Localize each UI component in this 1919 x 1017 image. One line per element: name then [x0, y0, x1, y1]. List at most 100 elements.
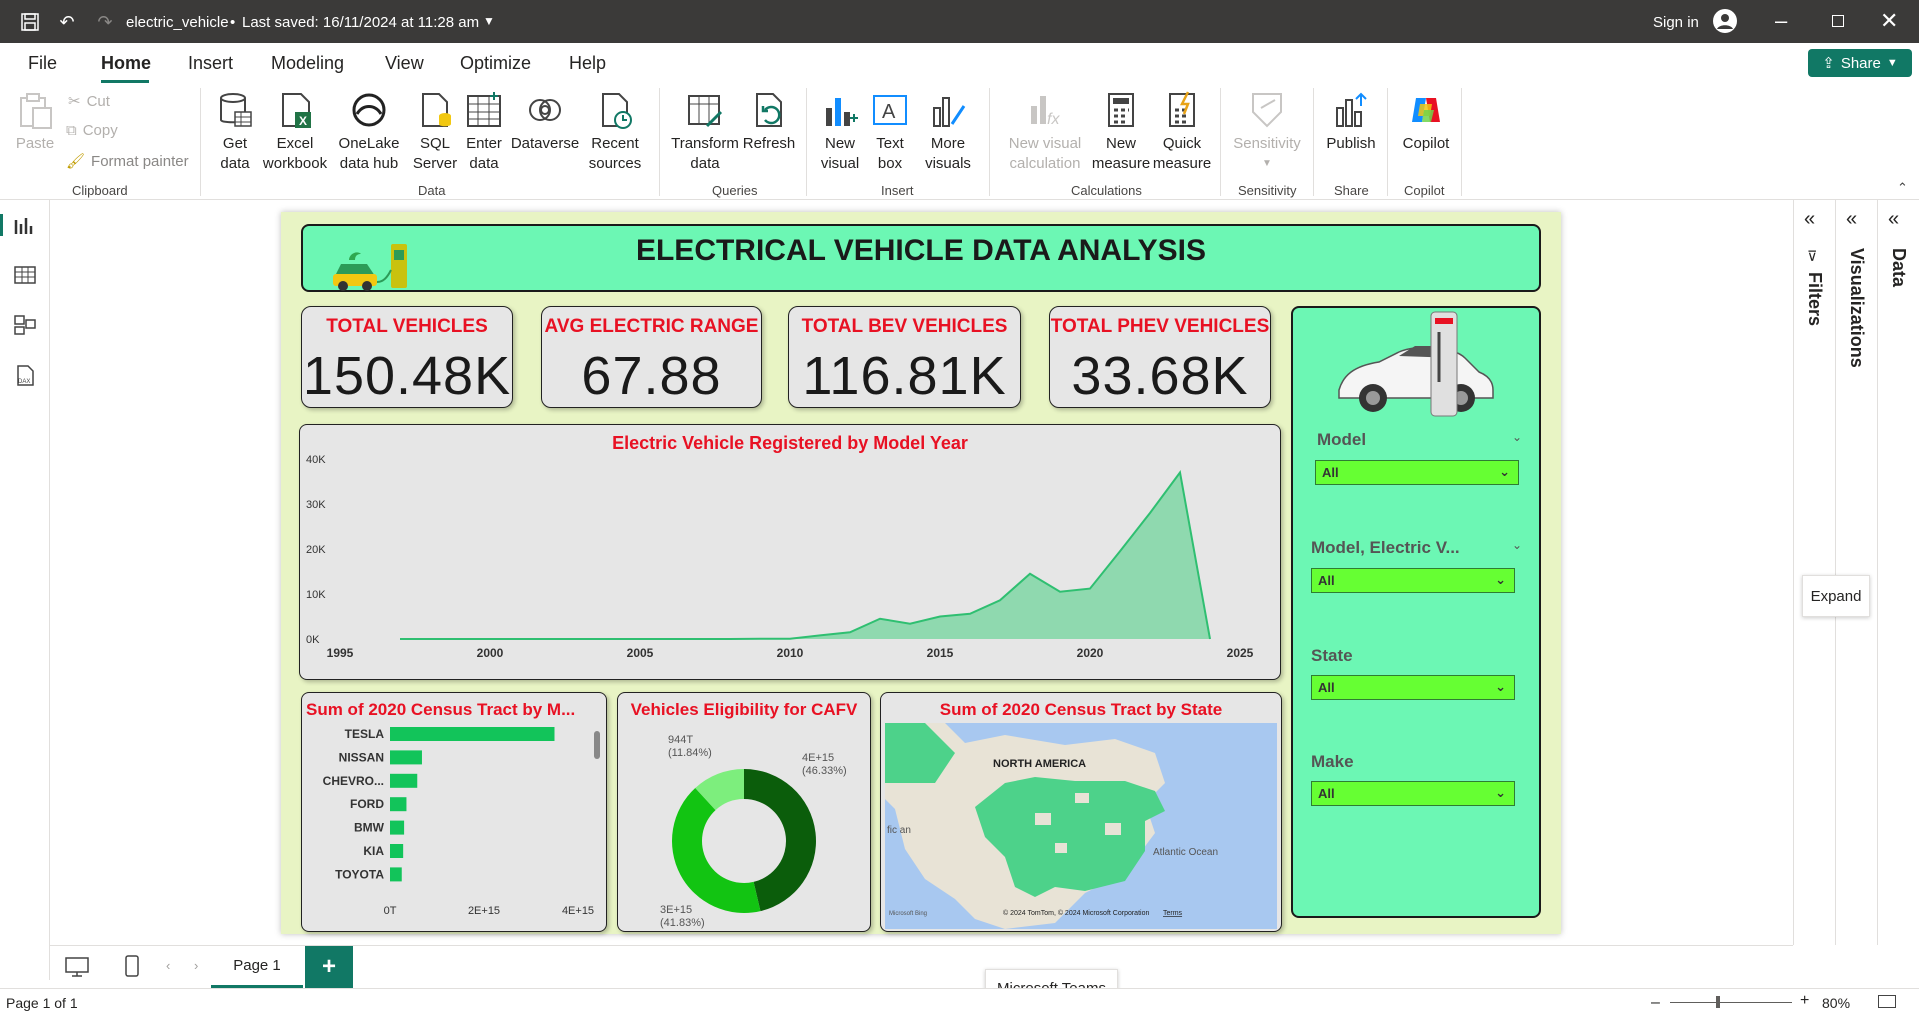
enter-data-button[interactable]: Enter data	[462, 90, 506, 174]
kpi-card-total-phev[interactable]: TOTAL PHEV VEHICLES 33.68K	[1049, 306, 1271, 408]
refresh-button[interactable]: Refresh	[741, 90, 797, 154]
y-tick-label: 10K	[306, 589, 326, 601]
undo-icon[interactable]: ↶	[55, 10, 79, 34]
expand-chevron-icon[interactable]: «	[1846, 208, 1857, 231]
onelake-button[interactable]: OneLake data hub	[332, 90, 406, 174]
zoom-slider[interactable]	[1670, 1002, 1792, 1003]
chevron-down-icon: ▼	[1886, 57, 1898, 69]
kpi-card-total-vehicles[interactable]: TOTAL VEHICLES 150.48K	[301, 306, 513, 408]
collapse-ribbon-icon[interactable]: ⌃	[1897, 180, 1908, 196]
area-chart-card[interactable]: Electric Vehicle Registered by Model Yea…	[299, 424, 1281, 680]
kpi-card-avg-electric-range[interactable]: AVG ELECTRIC RANGE 67.88	[541, 306, 762, 408]
menu-file[interactable]: File	[28, 53, 57, 74]
redo-icon[interactable]: ↷	[93, 10, 117, 34]
recent-sources-icon	[602, 93, 632, 129]
desktop-layout-icon[interactable]	[64, 956, 90, 978]
quick-measure-button[interactable]: Quick measure	[1153, 90, 1211, 174]
format-painter-button[interactable]: 🖌 Format painter	[66, 152, 189, 171]
model-view-icon[interactable]	[13, 314, 37, 336]
scrollbar[interactable]	[594, 731, 600, 759]
group-label-data: Data	[418, 183, 446, 198]
svg-text:fx: fx	[1047, 111, 1060, 128]
bar	[390, 727, 555, 741]
minimize-icon[interactable]: –	[1775, 8, 1787, 34]
map-card[interactable]: Sum of 2020 Census Tract by State NORTH …	[880, 692, 1282, 932]
share-button[interactable]: ⇪ Share ▼	[1808, 49, 1912, 77]
new-measure-button[interactable]: New measure	[1092, 90, 1150, 174]
get-data-button[interactable]: Get data	[211, 90, 259, 174]
menu-optimize[interactable]: Optimize	[460, 53, 531, 74]
x-tick-label: 4E+15	[562, 905, 594, 917]
close-icon[interactable]: ✕	[1880, 8, 1898, 34]
dax-query-view-icon[interactable]: DAX	[13, 364, 37, 386]
bar-chart: TESLA NISSAN CHEVRO... FORD BMW KIA TOYOTA 0T 2E…	[323, 727, 594, 917]
slicer-dropdown-model-electric[interactable]: All ⌄	[1311, 568, 1515, 593]
chart-title: Vehicles Eligibility for CAFV	[630, 700, 858, 719]
excel-workbook-button[interactable]: X Excel workbook	[262, 90, 328, 174]
publish-button[interactable]: Publish	[1323, 90, 1379, 154]
menu-modeling[interactable]: Modeling	[271, 53, 344, 74]
dataverse-button[interactable]: Dataverse	[510, 90, 580, 154]
donut-chart: 4E+15(46.33%) 3E+15(41.83%) 944T(11.84%)	[660, 734, 847, 929]
menu-help[interactable]: Help	[569, 53, 606, 74]
cut-button[interactable]: ✂ Cut	[68, 92, 110, 111]
copy-button[interactable]: ⧉ Copy	[66, 122, 118, 139]
more-visuals-button[interactable]: More visuals	[922, 90, 974, 174]
map-terms-link[interactable]: Terms	[1163, 910, 1183, 917]
slicer-dropdown-state[interactable]: All ⌄	[1311, 675, 1515, 700]
expand-chevron-icon[interactable]: «	[1888, 208, 1899, 231]
save-status-dot: •	[230, 14, 236, 31]
add-page-button[interactable]: +	[305, 946, 353, 988]
fit-to-page-icon[interactable]	[1878, 995, 1896, 1008]
bar-chart-card[interactable]: Sum of 2020 Census Tract by M... TESLA NI…	[301, 692, 607, 932]
data-pane[interactable]: « Data	[1877, 200, 1919, 945]
sql-server-button[interactable]: SQL Server	[412, 90, 458, 174]
menu-view[interactable]: View	[385, 53, 424, 74]
transform-data-button[interactable]: Transform data	[671, 90, 739, 174]
chevron-down-icon[interactable]: ⌄	[1512, 430, 1522, 444]
share-icon: ⇪	[1822, 55, 1835, 72]
visualizations-pane[interactable]: « Visualizations	[1835, 200, 1877, 945]
table-view-icon[interactable]	[13, 264, 37, 286]
slicer-dropdown-make[interactable]: All ⌄	[1311, 781, 1515, 806]
menu-insert[interactable]: Insert	[188, 53, 233, 74]
chevron-down-icon[interactable]: ⌄	[1512, 538, 1522, 552]
report-view-icon[interactable]	[13, 214, 37, 236]
donut-chart-card[interactable]: Vehicles Eligibility for CAFV 4E+15 (46.3…	[617, 692, 871, 932]
chevron-down-icon: ▼	[1262, 158, 1272, 169]
map-attribution: © 2024 TomTom, © 2024 Microsoft Corporat…	[1003, 909, 1149, 917]
mobile-layout-icon[interactable]	[124, 954, 140, 978]
tab-page-1[interactable]: Page 1	[211, 946, 303, 988]
copilot-button[interactable]: Copilot	[1398, 90, 1454, 154]
bar-category-label: FORD	[350, 797, 384, 811]
sensitivity-button[interactable]: Sensitivity ▼	[1232, 90, 1302, 174]
user-avatar-icon[interactable]	[1713, 9, 1737, 33]
zoom-out-icon[interactable]: –	[1651, 994, 1660, 1012]
zoom-slider-thumb[interactable]	[1716, 996, 1720, 1008]
bar-category-label: TOYOTA	[335, 867, 384, 881]
database-icon	[220, 93, 252, 127]
new-visual-button[interactable]: New visual	[818, 90, 862, 174]
chevron-down-icon[interactable]: ▼	[483, 14, 495, 28]
new-visual-calculation-button[interactable]: fx New visual calculation	[1000, 90, 1090, 174]
recent-sources-button[interactable]: Recent sources	[583, 90, 647, 174]
chart-title: Electric Vehicle Registered by Model Yea…	[612, 433, 968, 453]
divider	[1387, 88, 1388, 196]
prev-page-icon[interactable]: ‹	[166, 958, 170, 973]
zoom-in-icon[interactable]: +	[1800, 992, 1809, 1010]
expand-chevron-icon[interactable]: «	[1804, 208, 1815, 231]
kpi-card-total-bev[interactable]: TOTAL BEV VEHICLES 116.81K	[788, 306, 1021, 408]
filters-pane[interactable]: « ⊽ Filters	[1793, 200, 1835, 945]
next-page-icon[interactable]: ›	[194, 958, 198, 973]
paste-button[interactable]: Paste	[14, 90, 56, 154]
x-tick-label: 0T	[384, 905, 397, 917]
save-icon[interactable]	[18, 10, 42, 34]
group-label-sensitivity: Sensitivity	[1238, 183, 1297, 198]
svg-text:X: X	[299, 114, 307, 128]
sign-in-link[interactable]: Sign in	[1653, 14, 1699, 31]
menu-home[interactable]: Home	[101, 53, 151, 74]
bar-category-label: KIA	[363, 844, 384, 858]
restore-icon[interactable]	[1832, 15, 1844, 27]
slicer-dropdown-model[interactable]: All ⌄	[1315, 460, 1519, 485]
text-box-button[interactable]: A Text box	[868, 90, 912, 174]
